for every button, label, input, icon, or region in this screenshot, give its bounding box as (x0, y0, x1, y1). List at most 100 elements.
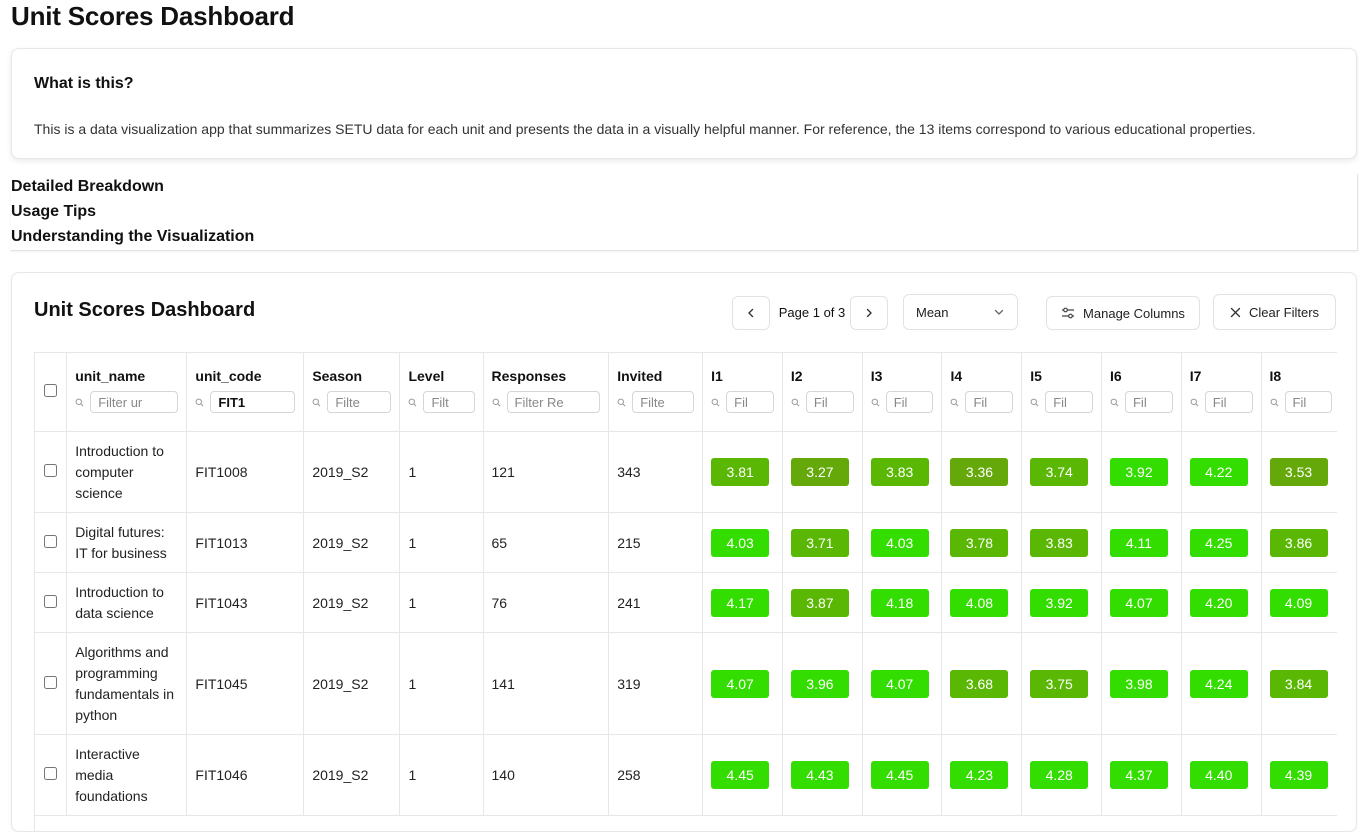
score-badge: 3.68 (950, 669, 1009, 698)
score-cell-i8: 3.53 (1261, 431, 1337, 513)
score-cell-i4: 3.78 (941, 512, 1023, 573)
table-row[interactable]: Introduction to data science FIT1043 2019_… (35, 572, 1337, 633)
column-filter-input[interactable] (1045, 391, 1093, 413)
column-filter-input[interactable] (423, 391, 475, 413)
column-header-level[interactable]: Level (399, 353, 484, 432)
column-filter-input[interactable] (90, 391, 179, 413)
column-filter (950, 391, 1014, 413)
table-header-row: unit_name unit_code Season Level Responses In… (35, 353, 1337, 432)
score-badge: 4.43 (790, 761, 849, 789)
column-header-responses[interactable]: Responses (483, 353, 610, 432)
row-checkbox[interactable] (44, 594, 58, 608)
column-header-i2[interactable]: I2 (782, 353, 863, 432)
unit-code-cell: FIT1008 (186, 431, 305, 513)
column-filter-input[interactable] (632, 391, 695, 413)
score-badge: 3.81 (711, 458, 770, 486)
next-page-button[interactable] (850, 296, 888, 330)
column-header-label: Invited (617, 368, 663, 384)
column-header-label: Level (408, 368, 445, 384)
score-badge: 3.27 (790, 458, 849, 486)
table-row[interactable]: Interactive media foundations FIT1046 2019… (35, 734, 1337, 816)
column-header-i5[interactable]: I5 (1021, 353, 1102, 432)
search-icon (492, 398, 500, 406)
level-cell: 1 (399, 734, 484, 816)
section-understanding-visualization[interactable]: Understanding the Visualization (11, 224, 1357, 249)
column-filter-input[interactable] (1284, 391, 1333, 413)
score-cell-i3: 4.45 (862, 734, 943, 816)
column-filter-input[interactable] (506, 391, 601, 413)
manage-columns-label: Manage Columns (1083, 305, 1185, 321)
score-badge: 4.18 (870, 588, 929, 617)
row-checkbox[interactable] (44, 767, 58, 780)
column-filter-input[interactable] (1204, 391, 1253, 413)
search-icon (75, 398, 84, 406)
manage-columns-button[interactable]: Manage Columns (1046, 296, 1200, 330)
score-cell-i4: 4.23 (941, 734, 1023, 816)
search-icon (711, 398, 720, 406)
column-filter-input[interactable] (1124, 391, 1173, 413)
column-filter-input[interactable] (805, 391, 854, 413)
unit-name-cell: Introduction to computer science (66, 431, 188, 513)
row-checkbox[interactable] (44, 534, 58, 548)
clear-filters-label: Clear Filters (1248, 304, 1320, 320)
column-header-i4[interactable]: I4 (941, 353, 1023, 432)
select-all-checkbox[interactable] (44, 384, 58, 397)
row-checkbox[interactable] (44, 675, 58, 689)
clear-filters-button[interactable]: Clear Filters (1213, 294, 1336, 330)
score-badge: 4.37 (1109, 761, 1168, 789)
table-row[interactable]: Introduction to computer science FIT1008 2… (35, 431, 1337, 513)
score-cell-i3: 3.83 (862, 431, 943, 513)
chevron-right-icon (866, 308, 872, 318)
column-header-unit-name[interactable]: unit_name (66, 353, 188, 432)
column-header-season[interactable]: Season (303, 353, 401, 432)
score-cell-i2: 3.27 (782, 431, 863, 513)
column-header-label: Season (312, 368, 363, 384)
score-badge: 4.09 (1269, 588, 1328, 617)
column-filter (791, 391, 854, 413)
score-cell-i7: 4.24 (1181, 632, 1262, 735)
chevron-left-icon (748, 308, 754, 318)
column-header-invited[interactable]: Invited (608, 353, 704, 432)
column-header-i3[interactable]: I3 (862, 353, 943, 432)
column-filter-input[interactable] (726, 391, 774, 413)
scores-table: unit_name unit_code Season Level Responses In… (35, 353, 1337, 816)
score-badge: 4.03 (870, 528, 929, 557)
column-header-i6[interactable]: I6 (1101, 353, 1182, 432)
aggregate-select[interactable]: Mean (903, 294, 1018, 330)
score-badge: 3.53 (1269, 458, 1328, 486)
responses-cell: 141 (483, 632, 610, 735)
score-cell-i2: 3.71 (782, 512, 863, 573)
row-select-cell (35, 512, 68, 573)
row-checkbox[interactable] (44, 464, 58, 477)
column-header-i1[interactable]: I1 (702, 353, 783, 432)
section-usage-tips[interactable]: Usage Tips (11, 199, 1357, 224)
score-badge: 3.86 (1269, 528, 1328, 557)
column-header-i7[interactable]: I7 (1181, 353, 1262, 432)
score-badge: 3.83 (1030, 528, 1089, 557)
previous-page-button[interactable] (732, 296, 770, 330)
row-select-cell (35, 734, 68, 816)
column-filter-input[interactable] (965, 391, 1014, 413)
score-cell-i4: 3.68 (941, 632, 1023, 735)
search-icon (791, 398, 800, 406)
row-select-cell (35, 431, 68, 513)
column-filter-input[interactable] (210, 391, 296, 413)
column-header-unit-code[interactable]: unit_code (186, 353, 305, 432)
season-cell: 2019_S2 (303, 572, 401, 633)
score-cell-i6: 3.98 (1101, 632, 1182, 735)
column-header-i8[interactable]: I8 (1261, 353, 1337, 432)
scores-table-container[interactable]: unit_name unit_code Season Level Responses In… (34, 352, 1337, 831)
table-row[interactable]: Digital futures: IT for business FIT1013 2… (35, 512, 1337, 573)
column-filter (492, 391, 601, 413)
column-filter-input[interactable] (327, 391, 392, 413)
responses-cell: 76 (483, 572, 610, 633)
responses-cell: 65 (483, 512, 610, 573)
score-cell-i7: 4.25 (1181, 512, 1262, 573)
section-detailed-breakdown[interactable]: Detailed Breakdown (11, 174, 1357, 199)
season-cell: 2019_S2 (303, 632, 401, 735)
column-filter-input[interactable] (885, 391, 934, 413)
table-row[interactable]: Algorithms and programming fundamentals … (35, 632, 1337, 735)
score-badge: 4.07 (711, 669, 770, 698)
score-badge: 4.11 (1109, 528, 1168, 557)
unit-name-cell: Interactive media foundations (66, 734, 188, 816)
